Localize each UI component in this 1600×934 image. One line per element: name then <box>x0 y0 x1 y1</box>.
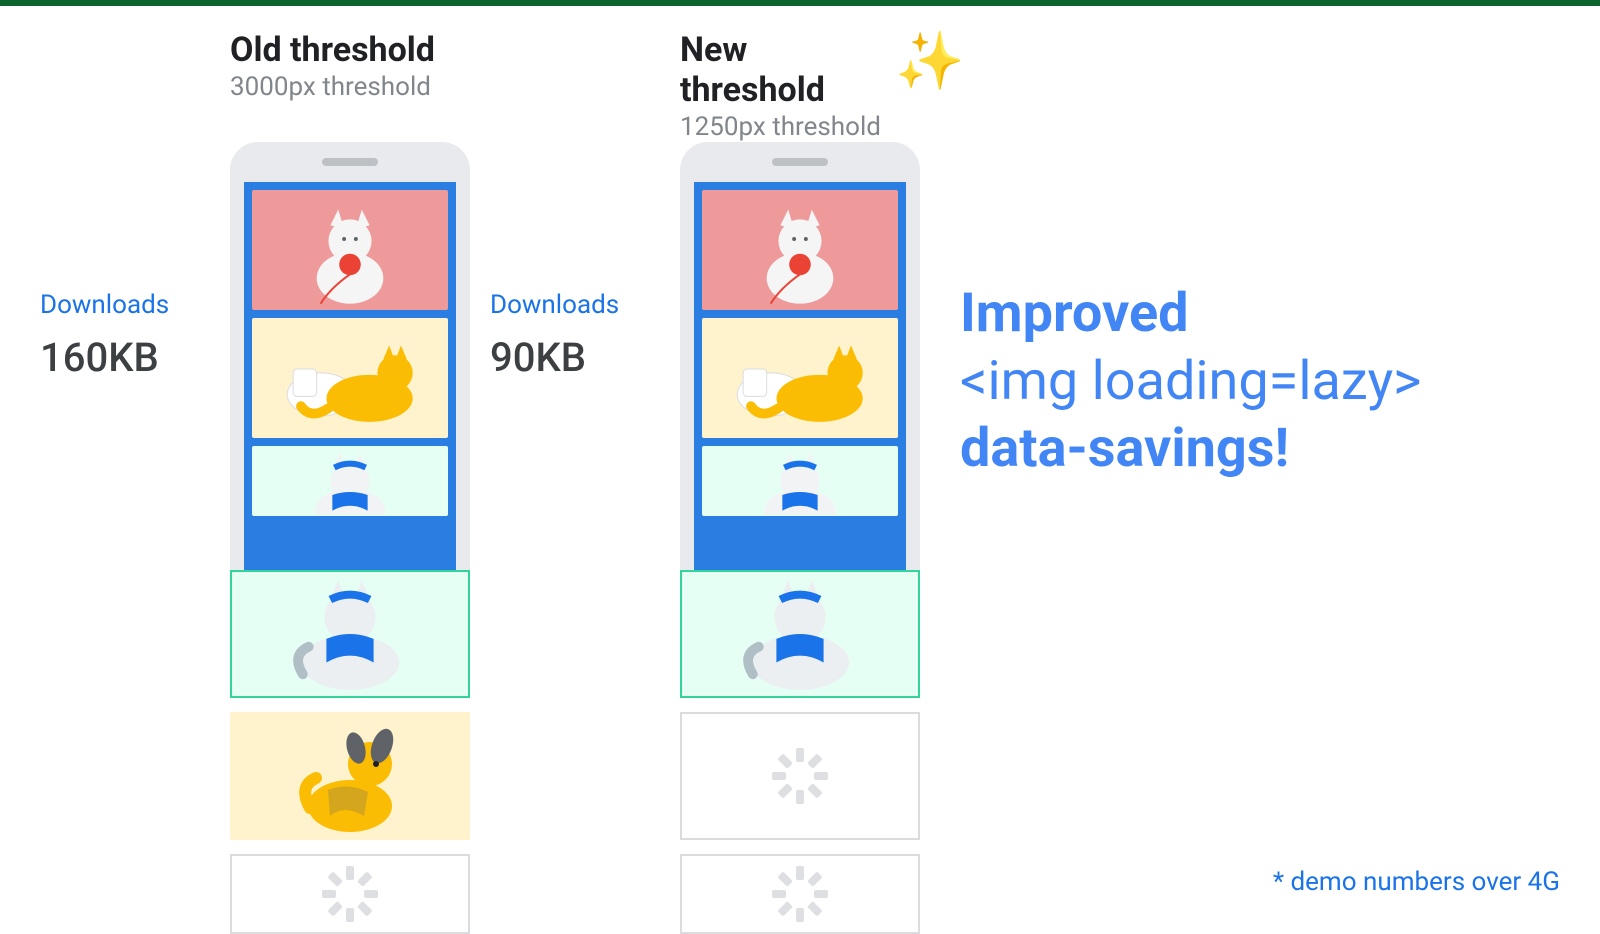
image-card-dog <box>230 712 470 840</box>
image-placeholder-card <box>230 854 470 934</box>
headline: Improved <img loading=lazy> data-savings… <box>960 280 1560 483</box>
new-threshold-subtitle: 1250px threshold <box>680 112 900 142</box>
new-phone <box>680 142 920 934</box>
downloads-value: 90KB <box>490 334 670 381</box>
dog-illustration <box>230 712 470 840</box>
loading-spinner-icon <box>776 870 824 918</box>
new-threshold-column: New threshold 1250px threshold Downloads… <box>490 30 900 150</box>
phone-speaker <box>772 158 828 166</box>
blue-cat-illustration <box>232 572 468 698</box>
footnote: * demo numbers over 4G <box>1273 867 1560 897</box>
orange-cat-illustration <box>252 318 448 436</box>
loading-spinner-icon <box>776 752 824 800</box>
downloads-label: Downloads <box>490 290 670 320</box>
top-accent-bar <box>0 0 1600 6</box>
new-threshold-header: New threshold 1250px threshold <box>680 30 900 142</box>
phone-frame <box>680 142 920 572</box>
phone-speaker <box>322 158 378 166</box>
image-card-blue-cat <box>680 570 920 698</box>
blue-cat-partial-illustration <box>252 446 448 515</box>
cat-yarn-illustration <box>702 190 898 308</box>
new-downloads-block: Downloads 90KB <box>490 290 670 381</box>
headline-line2: <img loading=lazy> <box>960 350 1421 413</box>
image-card-cat-yarn <box>702 190 898 310</box>
image-placeholder-card <box>680 712 920 840</box>
orange-cat-illustration <box>702 318 898 436</box>
downloads-label: Downloads <box>40 290 220 320</box>
cat-yarn-illustration <box>252 190 448 308</box>
old-below-phone-cards <box>230 572 470 934</box>
image-card-orange-cat <box>702 318 898 438</box>
phone-frame <box>230 142 470 572</box>
blue-cat-illustration <box>682 572 918 698</box>
old-threshold-header: Old threshold 3000px threshold <box>230 30 450 102</box>
image-card-cat-yarn <box>252 190 448 310</box>
blue-cat-partial-illustration <box>702 446 898 515</box>
image-card-partial-blue-cat <box>252 446 448 516</box>
old-downloads-block: Downloads 160KB <box>40 290 220 381</box>
image-card-partial-blue-cat <box>702 446 898 516</box>
image-card-blue-cat <box>230 570 470 698</box>
loading-spinner-icon <box>326 870 374 918</box>
new-threshold-title: New threshold <box>680 30 900 110</box>
image-card-orange-cat <box>252 318 448 438</box>
phone-screen <box>244 182 456 572</box>
image-placeholder-card <box>680 854 920 934</box>
downloads-value: 160KB <box>40 334 220 381</box>
old-threshold-subtitle: 3000px threshold <box>230 72 450 102</box>
sparkles-icon: ✨ <box>895 28 965 94</box>
headline-line1: Improved <box>960 282 1189 345</box>
phone-screen <box>694 182 906 572</box>
headline-line3: data-savings! <box>960 417 1289 480</box>
old-threshold-title: Old threshold <box>230 30 450 70</box>
new-below-phone-cards <box>680 572 920 934</box>
old-threshold-column: Old threshold 3000px threshold Downloads… <box>40 30 450 110</box>
old-phone <box>230 142 470 934</box>
